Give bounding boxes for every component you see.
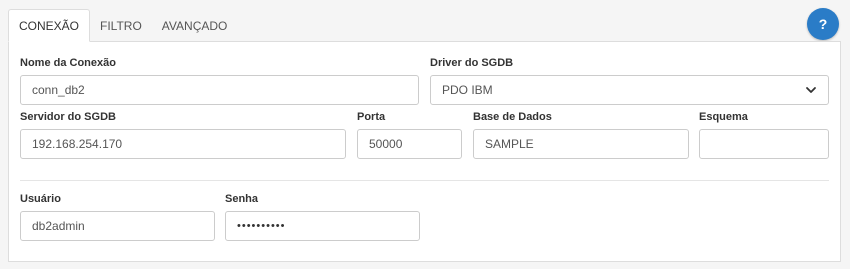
user-input[interactable]: db2admin — [20, 211, 215, 241]
connection-panel: Nome da Conexão conn_db2 Driver do SGDB … — [8, 41, 841, 262]
schema-input[interactable] — [699, 129, 829, 159]
port-label: Porta — [357, 111, 386, 123]
tab-bar: CONEXÃO FILTRO AVANÇADO — [8, 9, 842, 42]
help-icon: ? — [818, 16, 828, 32]
password-input[interactable]: •••••••••• — [225, 211, 420, 241]
server-input[interactable]: 192.168.254.170 — [20, 129, 346, 159]
driver-label: Driver do SGDB — [430, 57, 514, 69]
database-field: Base de Dados SAMPLE — [473, 111, 689, 159]
user-field: Usuário db2admin — [20, 193, 215, 241]
tab-conexao[interactable]: CONEXÃO — [8, 9, 91, 42]
server-value: 192.168.254.170 — [32, 137, 123, 151]
user-value: db2admin — [32, 219, 85, 233]
connection-name-value: conn_db2 — [32, 83, 85, 97]
password-field: Senha •••••••••• — [225, 193, 420, 241]
server-label: Servidor do SGDB — [20, 111, 116, 123]
connection-name-input[interactable]: conn_db2 — [20, 75, 419, 105]
port-value: 50000 — [369, 137, 403, 151]
connection-name-label: Nome da Conexão — [20, 57, 116, 69]
password-label: Senha — [225, 193, 259, 205]
chevron-down-icon — [806, 87, 816, 93]
port-field: Porta 50000 — [357, 111, 462, 159]
port-input[interactable]: 50000 — [357, 129, 462, 159]
database-input[interactable]: SAMPLE — [473, 129, 689, 159]
database-value: SAMPLE — [485, 137, 534, 151]
user-label: Usuário — [20, 193, 61, 205]
section-divider — [20, 180, 829, 181]
driver-value: PDO IBM — [442, 83, 493, 97]
driver-select[interactable]: PDO IBM — [430, 75, 829, 105]
driver-field: Driver do SGDB PDO IBM — [430, 57, 829, 105]
tab-filtro[interactable]: FILTRO — [90, 9, 152, 42]
schema-label: Esquema — [699, 111, 748, 123]
tab-avancado[interactable]: AVANÇADO — [152, 9, 238, 42]
schema-field: Esquema — [699, 111, 829, 159]
server-field: Servidor do SGDB 192.168.254.170 — [20, 111, 346, 159]
connection-name-field: Nome da Conexão conn_db2 — [20, 57, 419, 105]
password-value: •••••••••• — [237, 220, 286, 232]
database-label: Base de Dados — [473, 111, 552, 123]
help-button[interactable]: ? — [807, 8, 839, 40]
